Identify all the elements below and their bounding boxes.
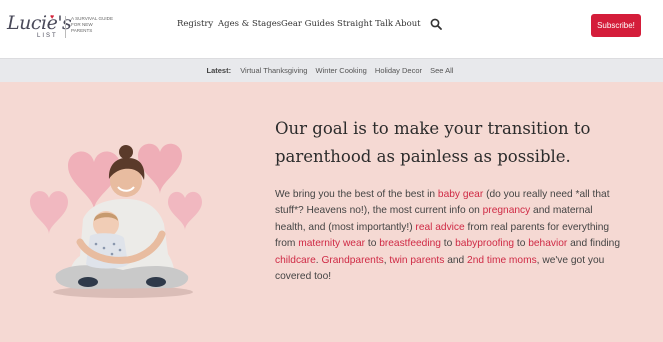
link-babyproofing[interactable]: babyproofing <box>455 238 514 249</box>
latest-bar: Latest: Virtual Thanksgiving Winter Cook… <box>0 58 663 82</box>
link-real-advice[interactable]: real advice <box>415 222 464 233</box>
body-text-segment: to <box>440 238 456 250</box>
hero-body-text: We bring you the best of the best in bab… <box>275 187 620 285</box>
heart-icon <box>30 191 68 234</box>
body-text-segment: to <box>514 238 529 250</box>
nav-item-straight-talk[interactable]: Straight Talk <box>337 19 393 29</box>
body-text-segment: and <box>444 254 468 266</box>
latest-links: Latest: Virtual Thanksgiving Winter Cook… <box>0 66 663 75</box>
logo-wordmark: Lucie's <box>7 12 72 34</box>
hero-headline: Our goal is to make your transition to p… <box>275 119 591 166</box>
link-maternity-wear[interactable]: maternity wear <box>298 238 365 249</box>
link-childcare[interactable]: childcare <box>275 255 316 266</box>
link-twin-parents[interactable]: twin parents <box>389 255 444 266</box>
nav-item-ages-stages[interactable]: Ages & Stages <box>218 19 281 29</box>
search-icon[interactable] <box>430 18 442 30</box>
nav-item-gear-guides[interactable]: Gear Guides <box>281 19 334 29</box>
site-header: Lucie's ♥ LIST A survival guide for new … <box>0 0 663 58</box>
body-text-segment: We bring you the best of the best in <box>275 189 438 200</box>
nav-item-about[interactable]: About <box>395 19 421 29</box>
latest-link-holiday-decor[interactable]: Holiday Decor <box>375 66 422 75</box>
link-2nd-time-moms[interactable]: 2nd time moms <box>467 255 537 266</box>
link-breastfeeding[interactable]: breastfeeding <box>379 238 441 249</box>
logo-heart-icon: ♥ <box>50 14 55 21</box>
heart-icon <box>168 191 202 230</box>
link-behavior[interactable]: behavior <box>528 238 567 249</box>
link-baby-gear[interactable]: baby gear <box>438 189 483 200</box>
link-grandparents[interactable]: Grandparents <box>321 255 383 266</box>
logo-tagline: A survival guide for new parents <box>71 16 114 33</box>
logo-list-text: LIST <box>37 33 58 39</box>
body-text-segment: to <box>365 238 380 250</box>
logo-divider <box>65 16 66 38</box>
site-logo[interactable]: Lucie's ♥ LIST A survival guide for new … <box>7 12 113 42</box>
mother-baby-illustration <box>30 143 202 298</box>
latest-link-winter-cooking[interactable]: Winter Cooking <box>316 66 367 75</box>
hero-section: Our goal is to make your transition to p… <box>0 82 663 342</box>
subscribe-button[interactable]: Subscribe! <box>591 14 641 37</box>
latest-link-see-all[interactable]: See All <box>430 66 453 75</box>
nav-item-registry[interactable]: Registry <box>177 19 213 29</box>
latest-link-virtual-thanksgiving[interactable]: Virtual Thanksgiving <box>240 66 307 75</box>
body-text-segment: and finding <box>567 238 620 250</box>
heart-icon <box>138 143 182 194</box>
link-pregnancy[interactable]: pregnancy <box>483 205 531 216</box>
latest-label: Latest: <box>206 66 232 75</box>
